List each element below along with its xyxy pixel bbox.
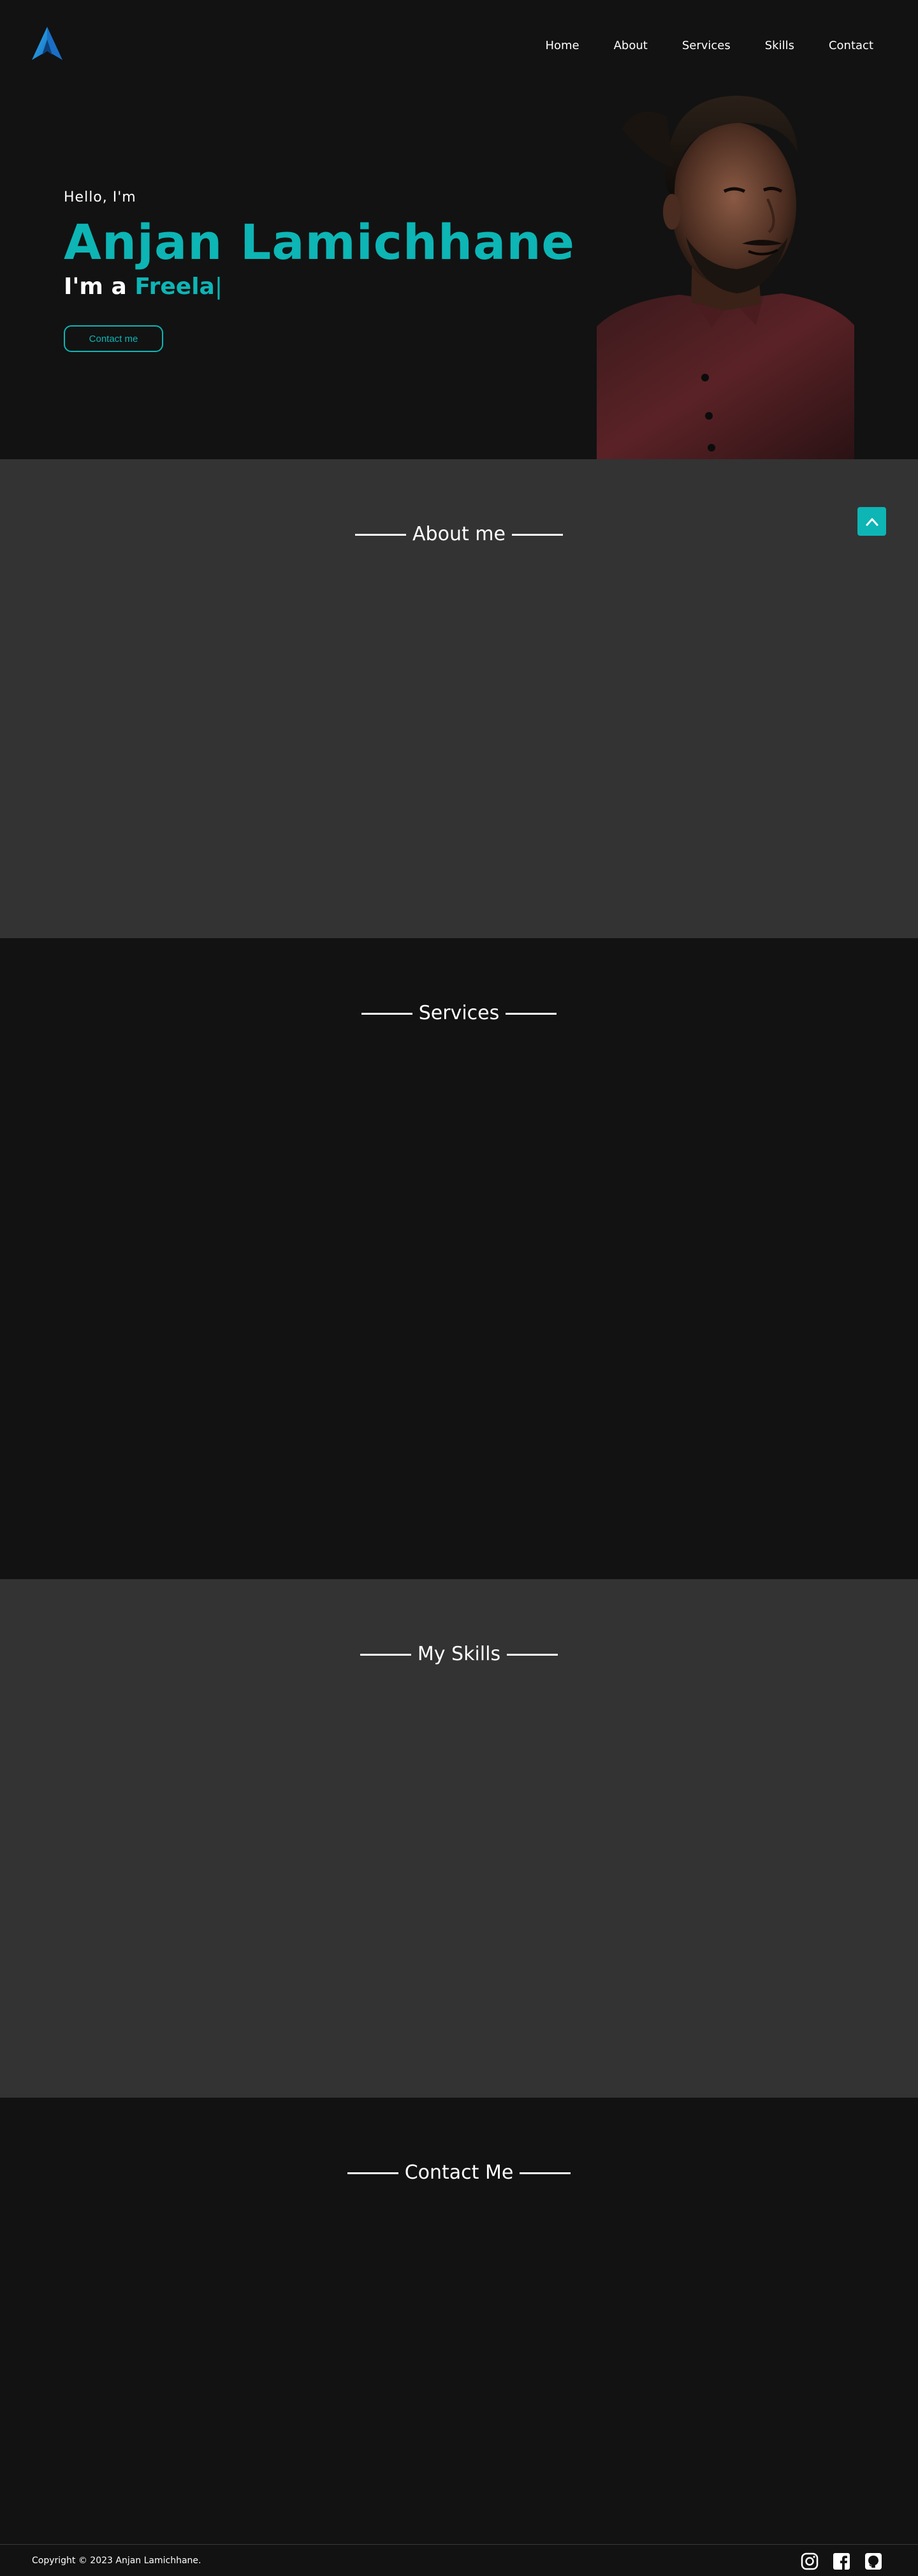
- copyright-text: Copyright © 2023 Anjan Lamichhane.: [32, 2556, 201, 2566]
- heading-line-left: [360, 1653, 411, 1656]
- heading-line-right: [520, 2172, 571, 2174]
- instagram-icon[interactable]: [801, 2552, 819, 2570]
- contact-me-button[interactable]: Contact me: [64, 325, 163, 352]
- logo-icon[interactable]: [31, 26, 64, 61]
- about-section: About me: [0, 459, 918, 938]
- contact-title: Contact Me: [404, 2161, 514, 2184]
- profile-photo: [597, 91, 854, 459]
- skills-section: My Skills: [0, 1579, 918, 2098]
- page: Home About Services Skills Contact Hello…: [0, 0, 918, 2576]
- scroll-top-button[interactable]: [857, 507, 886, 536]
- heading-line-left: [355, 533, 407, 536]
- hero-section: Home About Services Skills Contact Hello…: [0, 0, 918, 459]
- nav-skills[interactable]: Skills: [765, 38, 794, 54]
- contact-section: Contact Me: [0, 2098, 918, 2544]
- heading-line-right: [506, 1012, 557, 1015]
- heading-line-right: [507, 1653, 558, 1656]
- hero-name: Anjan Lamichhane: [64, 214, 575, 270]
- main-nav: Home About Services Skills Contact: [511, 38, 873, 54]
- heading-line-left: [361, 1012, 412, 1015]
- services-title: Services: [418, 1002, 500, 1024]
- services-section: Services: [0, 938, 918, 1579]
- hero-intro: Hello, I'm Anjan Lamichhane I'm a Freela…: [64, 189, 575, 301]
- nav-contact[interactable]: Contact: [829, 38, 873, 54]
- social-links: [801, 2552, 882, 2570]
- github-icon[interactable]: [864, 2552, 882, 2570]
- heading-line-right: [511, 533, 563, 536]
- facebook-icon[interactable]: [833, 2552, 850, 2570]
- nav-services[interactable]: Services: [682, 38, 731, 54]
- nav-about[interactable]: About: [614, 38, 648, 54]
- about-heading: About me: [0, 522, 918, 547]
- hero-role-prefix: I'm a: [64, 274, 127, 300]
- skills-heading: My Skills: [0, 1642, 918, 1667]
- nav-home[interactable]: Home: [545, 38, 579, 54]
- services-heading: Services: [0, 1001, 918, 1026]
- chevron-up-icon: [866, 518, 878, 526]
- skills-title: My Skills: [417, 1643, 501, 1665]
- hero-greeting: Hello, I'm: [64, 189, 136, 205]
- hero-role-typed: Freela: [135, 274, 215, 300]
- contact-heading: Contact Me: [0, 2160, 918, 2186]
- typing-caret: |: [214, 274, 222, 300]
- heading-line-left: [347, 2172, 398, 2174]
- about-title: About me: [412, 523, 506, 545]
- hero-role: I'm a Freela|: [64, 273, 575, 301]
- footer: Copyright © 2023 Anjan Lamichhane.: [0, 2544, 918, 2576]
